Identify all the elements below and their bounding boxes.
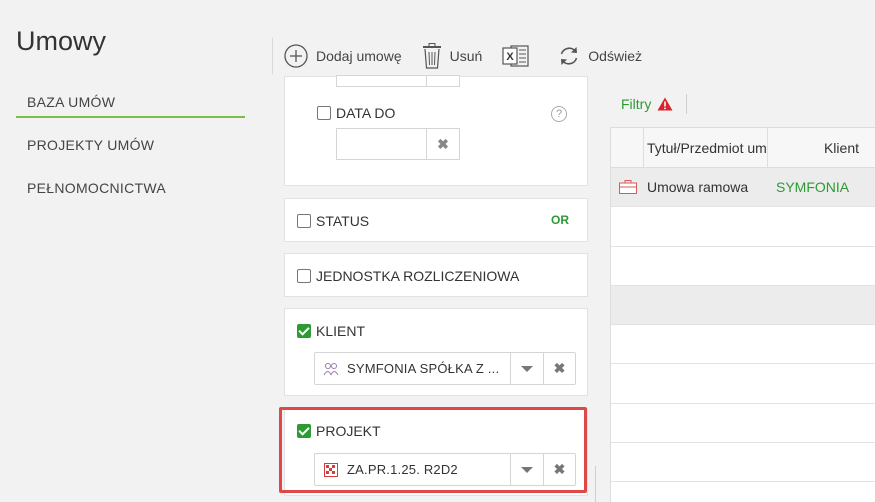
table-row-empty [611, 207, 875, 247]
nav-item-powers-of-attorney[interactable]: PEŁNOMOCNICTWA [16, 170, 245, 213]
contracts-table: Tytuł/Przedmiot umowy Klient Umowa ramow… [610, 127, 875, 502]
toolbar: Dodaj umowę Usuń X Odśwież [284, 40, 662, 72]
help-icon[interactable]: ? [551, 106, 567, 122]
table-row-empty [611, 285, 875, 326]
table-row-empty [611, 404, 875, 444]
add-contract-button[interactable]: Dodaj umowę [284, 44, 402, 68]
left-panel: Umowy BAZA UMÓW PROJEKTY UMÓW PEŁNOMOCNI… [0, 0, 262, 502]
refresh-button[interactable]: Odśwież [558, 45, 642, 67]
date-to-field[interactable] [337, 129, 427, 159]
unit-label: JEDNOSTKA ROZLICZENIOWA [316, 268, 520, 284]
page-title: Umowy [16, 26, 107, 56]
nav-item-contracts-base[interactable]: BAZA UMÓW [16, 84, 245, 118]
table-header: Tytuł/Przedmiot umowy Klient [611, 128, 875, 168]
delete-label: Usuń [449, 48, 483, 64]
column-header-title[interactable]: Tytuł/Przedmiot umowy [644, 128, 768, 167]
client-group-icon [323, 362, 339, 375]
trash-icon [422, 43, 441, 69]
date-to-input[interactable]: ✖ [336, 128, 460, 160]
export-excel-button[interactable]: X [502, 44, 538, 68]
delete-button[interactable]: Usuń [422, 43, 483, 69]
date-to-checkbox[interactable] [317, 106, 331, 120]
table-row-empty [611, 325, 875, 365]
warning-icon [657, 97, 673, 111]
cell-client: SYMFONIA [776, 179, 850, 196]
excel-icon: X [502, 45, 529, 67]
briefcase-icon [618, 180, 637, 195]
project-icon [324, 462, 338, 477]
table-row[interactable]: Umowa ramowa SYMFONIA [611, 168, 875, 208]
table-row-empty [611, 364, 875, 404]
date-from-input-partial[interactable] [336, 75, 460, 87]
filter-card-unit: JEDNOSTKA ROZLICZENIOWA [284, 253, 588, 297]
client-select-value: SYMFONIA SPÓŁKA Z ... [347, 361, 500, 376]
status-checkbox[interactable] [297, 214, 311, 228]
filter-card-status: STATUS OR [284, 198, 588, 242]
filter-card-project: PROJEKT ZA.PR.1.25. R2D2 ✖ [284, 408, 588, 496]
date-to-clear-icon[interactable]: ✖ [427, 129, 459, 159]
filters-toggle[interactable]: Filtry [621, 96, 673, 112]
add-contract-label: Dodaj umowę [316, 48, 402, 64]
filters-toggle-label: Filtry [621, 96, 652, 112]
module-nav: BAZA UMÓW PROJEKTY UMÓW PEŁNOMOCNICTWA [16, 84, 245, 213]
chevron-down-icon[interactable] [510, 353, 543, 384]
client-select[interactable]: SYMFONIA SPÓŁKA Z ... ✖ [314, 352, 576, 385]
project-clear-icon[interactable]: ✖ [543, 454, 575, 485]
project-label: PROJEKT [316, 423, 381, 439]
filters-divider [686, 94, 687, 114]
date-to-label: DATA DO [336, 105, 396, 121]
client-label: KLIENT [316, 323, 366, 339]
filter-card-client: KLIENT SYMFONIA SPÓŁKA Z ... ✖ [284, 308, 588, 396]
svg-text:X: X [507, 51, 515, 63]
status-label: STATUS [316, 213, 370, 229]
column-header-client[interactable]: Klient [768, 128, 875, 167]
table-row-empty [611, 247, 875, 286]
refresh-label: Odśwież [588, 48, 642, 64]
scrollbar[interactable] [595, 466, 596, 502]
unit-checkbox[interactable] [297, 269, 311, 283]
project-checkbox[interactable] [297, 424, 311, 438]
or-toggle[interactable]: OR [551, 213, 569, 227]
cell-title: Umowa ramowa [647, 179, 749, 196]
filter-card-date: DATA DO ? ✖ [284, 75, 588, 186]
chevron-down-icon[interactable] [510, 454, 543, 485]
toolbar-divider [272, 38, 273, 74]
client-clear-icon[interactable]: ✖ [543, 353, 575, 384]
table-row-empty [611, 443, 875, 483]
refresh-icon [561, 47, 578, 65]
plus-circle-icon [284, 44, 308, 68]
nav-item-contract-projects[interactable]: PROJEKTY UMÓW [16, 127, 245, 170]
project-select[interactable]: ZA.PR.1.25. R2D2 ✖ [314, 453, 576, 486]
client-checkbox[interactable] [297, 324, 311, 338]
project-select-value: ZA.PR.1.25. R2D2 [347, 462, 458, 477]
